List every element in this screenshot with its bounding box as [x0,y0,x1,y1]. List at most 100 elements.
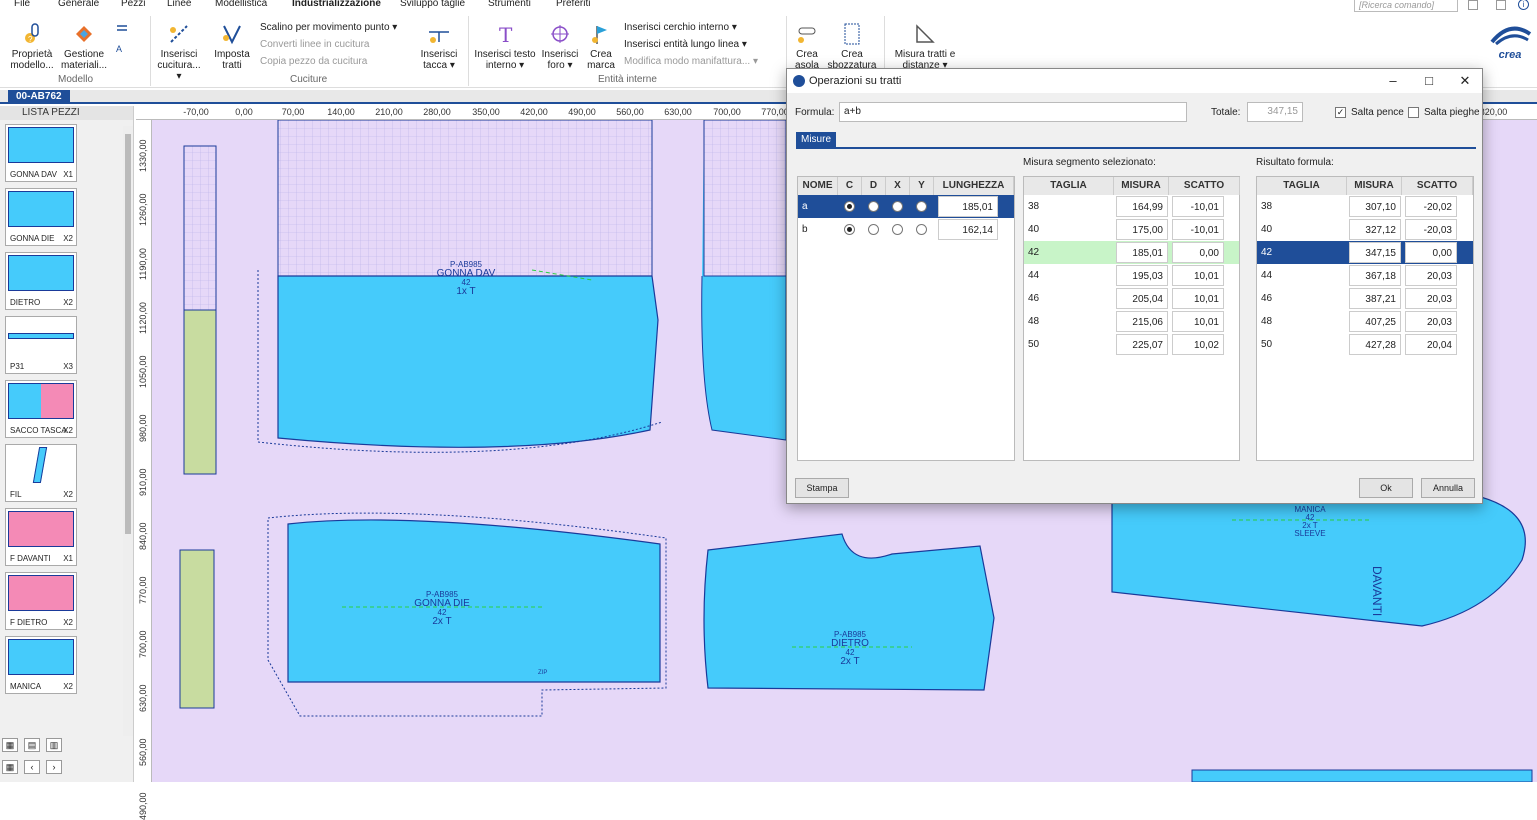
column-header[interactable]: C [838,177,862,195]
close-icon[interactable]: ✕ [1455,72,1475,90]
table-row[interactable]: 48 407,25 20,03 [1257,310,1473,333]
prev-icon[interactable]: ‹ [24,760,40,774]
option-radio[interactable] [916,224,927,235]
proprieta-modello-button[interactable]: ? Proprietà modello... [8,22,56,71]
crea-asola-button[interactable]: Crea asola [790,22,824,71]
option-radio[interactable] [844,201,855,212]
table-row[interactable]: b 162,14 [798,218,1014,241]
option-radio[interactable] [916,201,927,212]
inserisci-foro-button[interactable]: Inserisci foro ▾ [540,22,580,71]
menu-file[interactable]: File [14,0,30,9]
maximize-icon[interactable]: □ [1419,72,1439,90]
next-icon[interactable]: › [46,760,62,774]
inserisci-entita-button[interactable]: Inserisci entità lungo linea ▾ [624,39,747,51]
table-row[interactable]: 38 307,10 -20,02 [1257,195,1473,218]
table-row[interactable]: 48 215,06 10,01 [1024,310,1239,333]
crea-marca-button[interactable]: Crea marca [584,22,618,71]
option-radio[interactable] [868,224,879,235]
piece-thumb[interactable]: FIL X2 [5,444,77,502]
waistband-piece-2[interactable] [179,549,215,709]
piece-thumb[interactable]: SACCO TASCA X2 [5,380,77,438]
annulla-button[interactable]: Annulla [1421,478,1475,498]
column-header[interactable]: D [862,177,886,195]
gonna-dav-piece[interactable] [277,275,659,448]
option-radio[interactable] [844,224,855,235]
table-row[interactable]: 46 387,21 20,03 [1257,287,1473,310]
inserisci-tacca-button[interactable]: Inserisci tacca ▾ [416,22,462,71]
converti-linee-button[interactable]: Converti linee in cucitura [260,39,370,51]
inserisci-testo-button[interactable]: T Inserisci testo interno ▾ [472,22,538,71]
column-header[interactable]: X [886,177,910,195]
command-search-input[interactable]: [Ricerca comando] [1354,0,1458,12]
table-row[interactable]: 50 225,07 10,02 [1024,333,1239,356]
pieces-scrollbar[interactable] [123,126,133,736]
column-header[interactable]: MISURA [1114,177,1169,195]
scalino-button[interactable]: Scalino per movimento punto ▾ [260,22,397,34]
view-list-icon[interactable]: ▤ [24,738,40,752]
menu-industrializzazione[interactable]: Industrializzazione [292,0,381,9]
column-header[interactable]: TAGLIA [1257,177,1347,195]
piece-thumb[interactable]: F DIETRO X2 [5,572,77,630]
view-grid-icon[interactable]: ▦ [2,738,18,752]
inserisci-cerchio-button[interactable]: Inserisci cerchio interno ▾ [624,22,737,34]
column-header[interactable]: SCATTO [1169,177,1240,195]
waistband-piece[interactable] [183,309,217,475]
window-icon[interactable] [1468,0,1478,10]
option-radio[interactable] [892,201,903,212]
modifica-modo-button[interactable]: Modifica modo manifattura... ▾ [624,56,758,68]
view-detail-icon[interactable]: ▥ [46,738,62,752]
menu-pezzi[interactable]: Pezzi [121,0,145,9]
gestione-materiali-button[interactable]: Gestione materiali... [60,22,108,71]
column-header[interactable]: MISURA [1347,177,1402,195]
size-tools-icon[interactable]: A [114,20,140,60]
menu-sviluppo-taglie[interactable]: Sviluppo taglie [400,0,465,9]
stampa-button[interactable]: Stampa [795,478,849,498]
column-header[interactable]: TAGLIA [1024,177,1114,195]
info-icon[interactable]: i [1518,0,1529,10]
option-radio[interactable] [868,201,879,212]
crea-sbozzatura-button[interactable]: Crea sbozzatura [826,22,878,71]
column-header[interactable]: NOME [798,177,838,195]
formula-input[interactable]: a+b [839,102,1187,122]
piece-thumb[interactable]: MANICA X2 [5,636,77,694]
tab-misure[interactable]: Misure [796,132,837,148]
piece-thumb[interactable]: GONNA DAV X1 [5,124,77,182]
misura-tratti-button[interactable]: Misura tratti e distanze ▾ [890,22,960,71]
table-row[interactable]: 42 347,15 0,00 [1257,241,1473,264]
imposta-tratti-button[interactable]: Imposta tratti [208,22,256,71]
table-row[interactable]: 50 427,28 20,04 [1257,333,1473,356]
piece-thumb[interactable]: P31 X3 [5,316,77,374]
salta-pence-checkbox[interactable]: ✓ [1335,107,1346,118]
waistband-grid-piece[interactable] [183,145,217,311]
ok-button[interactable]: Ok [1359,478,1413,498]
menu-modellistica[interactable]: Modellistica [215,0,267,9]
table-row[interactable]: a 185,01 [798,195,1014,218]
menu-preferiti[interactable]: Preferiti [556,0,590,9]
table-row[interactable]: 42 185,01 0,00 [1024,241,1239,264]
option-radio[interactable] [892,224,903,235]
inserisci-cucitura-button[interactable]: Inserisci cucitura... ▾ [154,22,204,82]
minimize-icon[interactable]: – [1383,72,1403,90]
column-header[interactable]: SCATTO [1402,177,1473,195]
menu-linee[interactable]: Linee [167,0,191,9]
bottom-piece[interactable] [1191,769,1533,782]
piece-thumb[interactable]: DIETRO X2 [5,252,77,310]
salta-pieghe-checkbox[interactable] [1408,107,1419,118]
table-row[interactable]: 40 175,00 -10,01 [1024,218,1239,241]
column-header[interactable]: LUNGHEZZA [934,177,1014,195]
table-row[interactable]: 38 164,99 -10,01 [1024,195,1239,218]
table-row[interactable]: 46 205,04 10,01 [1024,287,1239,310]
table-row[interactable]: 44 195,03 10,01 [1024,264,1239,287]
table-row[interactable]: 40 327,12 -20,03 [1257,218,1473,241]
filter-icon[interactable]: ▦ [2,760,18,774]
copia-pezzo-button[interactable]: Copia pezzo da cucitura [260,56,367,68]
document-tab[interactable]: 00-AB762 [8,90,70,104]
piece-thumb[interactable]: F DAVANTI X1 [5,508,77,566]
menu-generale[interactable]: Generale [58,0,99,9]
piece-thumb[interactable]: GONNA DIE X2 [5,188,77,246]
column-header[interactable]: Y [910,177,934,195]
layout-icon[interactable] [1496,0,1506,10]
table-row[interactable]: 44 367,18 20,03 [1257,264,1473,287]
scroll-thumb[interactable] [125,134,131,534]
menu-strumenti[interactable]: Strumenti [488,0,531,9]
